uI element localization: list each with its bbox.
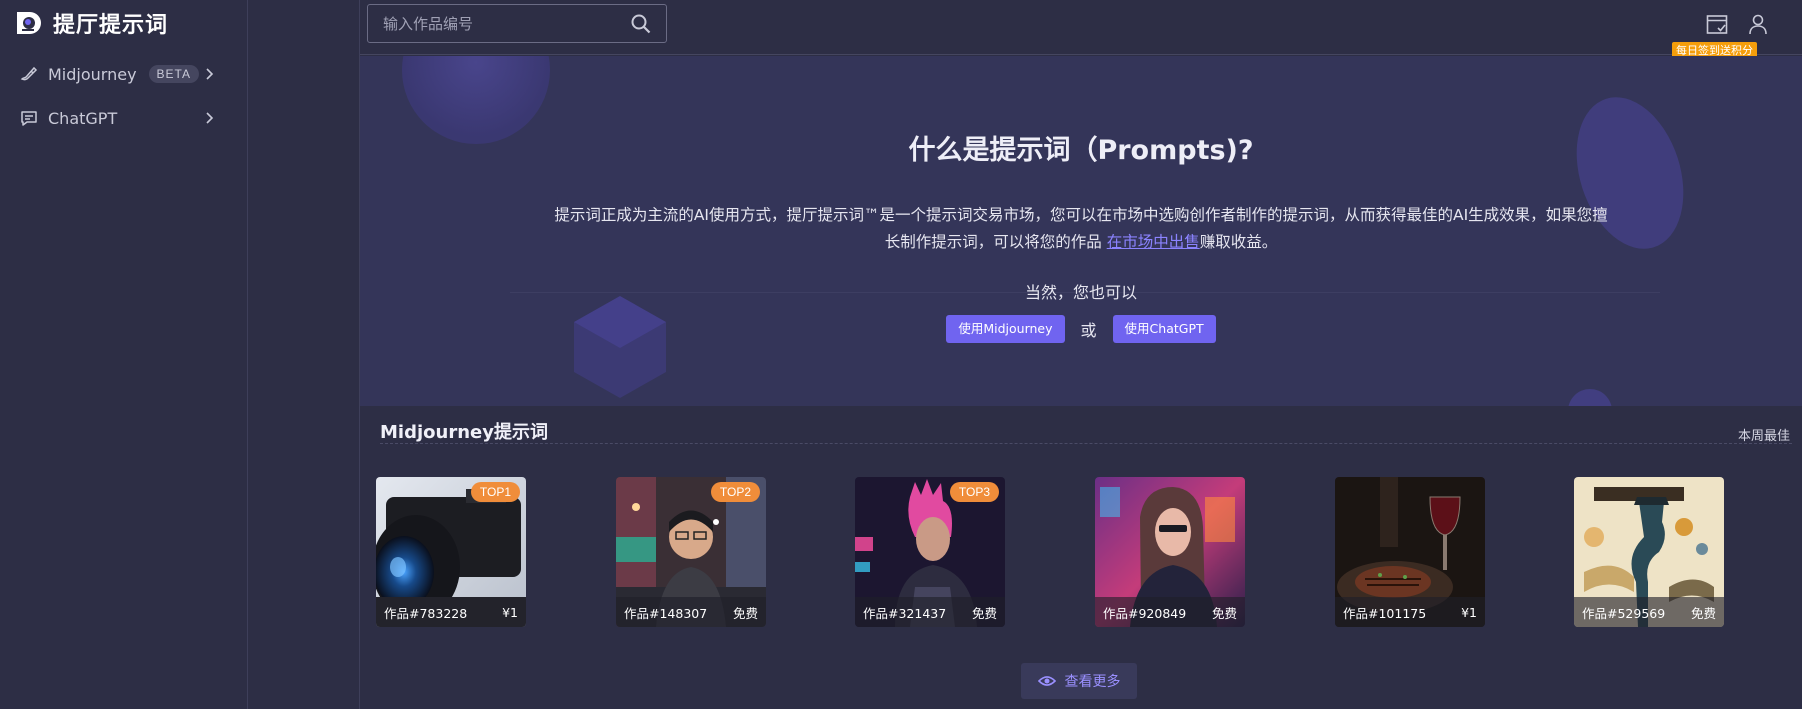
hero-title: 什么是提示词（Prompts)?	[908, 135, 1254, 166]
sidebar-item-label: ChatGPT	[48, 108, 118, 128]
sell-in-market-link[interactable]: 在市场中出售	[1107, 233, 1200, 251]
work-id: 作品#920849	[1103, 605, 1187, 621]
view-more-button[interactable]: 查看更多	[1021, 663, 1137, 699]
app-title: 提厅提示词	[53, 13, 169, 38]
price: 免费	[1211, 605, 1237, 621]
or-text: 或	[1080, 321, 1097, 340]
use-chatgpt-button[interactable]: 使用ChatGPT	[1112, 315, 1216, 343]
view-more-label: 查看更多	[1064, 674, 1121, 690]
app-logo[interactable]: 提厅提示词	[14, 8, 168, 38]
hero-also-text: 当然，您也可以	[1024, 283, 1137, 302]
secondary-column	[248, 0, 360, 709]
prompt-card[interactable]: TOP2 作品#148307 免费	[616, 477, 766, 627]
use-midjourney-button[interactable]: 使用Midjourney	[946, 315, 1065, 343]
work-id: 作品#529569	[1582, 605, 1666, 621]
sidebar-item-midjourney[interactable]: Midjourney BETA	[0, 54, 247, 94]
card-footer: 作品#101175 ¥1	[1335, 597, 1485, 627]
search-icon[interactable]	[630, 13, 652, 35]
work-id: 作品#321437	[863, 605, 947, 621]
card-footer: 作品#321437 免费	[855, 597, 1005, 627]
price: 免费	[1690, 605, 1716, 621]
chat-icon	[19, 108, 39, 128]
card-footer: 作品#783228 ¥1	[376, 597, 526, 627]
sidebar-item-chatgpt[interactable]: ChatGPT	[0, 98, 247, 138]
eye-icon	[1037, 676, 1056, 686]
chevron-right-icon	[206, 68, 214, 80]
work-id: 作品#148307	[624, 605, 708, 621]
price: ¥1	[502, 604, 518, 620]
hero-actions: 使用Midjourney 或 使用ChatGPT	[360, 315, 1802, 343]
prompt-card[interactable]: TOP3 作品#321437 免费	[855, 477, 1005, 627]
section-title: Midjourney提示词	[380, 422, 548, 443]
decorative-dot	[1568, 389, 1612, 406]
week-best-link[interactable]: 本周最佳	[1738, 425, 1790, 444]
price: 免费	[732, 605, 758, 621]
top-header: 每日签到送积分	[360, 0, 1802, 59]
card-footer: 作品#920849 免费	[1095, 597, 1245, 627]
hero-banner: 什么是提示词（Prompts)? 提示词正成为主流的AI使用方式，提厅提示词™是…	[360, 56, 1802, 406]
price: ¥1	[1461, 604, 1477, 620]
price: 免费	[971, 605, 997, 621]
rank-badge: TOP1	[470, 482, 520, 502]
search-input[interactable]	[368, 14, 630, 33]
brush-icon	[19, 64, 39, 84]
prompt-card[interactable]: 作品#529569 免费	[1574, 477, 1724, 627]
hero-desc-text: 赚取收益。	[1199, 233, 1278, 251]
hero-desc-text: 提示词正成为主流的AI使用方式，提厅提示词™是一个提示词交易市场，您可以在市场中…	[554, 206, 1608, 251]
card-footer: 作品#529569 免费	[1574, 597, 1724, 627]
sidebar-item-label: Midjourney	[48, 64, 137, 84]
user-icon[interactable]	[1746, 12, 1770, 36]
hero-description: 提示词正成为主流的AI使用方式，提厅提示词™是一个提示词交易市场，您可以在市场中…	[550, 202, 1612, 256]
work-id: 作品#101175	[1343, 605, 1427, 621]
prompt-card[interactable]: TOP1 作品#783228 ¥1	[376, 477, 526, 627]
prompt-card[interactable]: 作品#101175 ¥1	[1335, 477, 1485, 627]
prompt-card[interactable]: 作品#920849 免费	[1095, 477, 1245, 627]
sidebar: 提厅提示词 Midjourney BETA ChatGPT	[0, 0, 248, 709]
chevron-right-icon	[206, 112, 214, 124]
search-box	[367, 4, 667, 43]
rank-badge: TOP3	[949, 482, 999, 502]
beta-badge: BETA	[148, 65, 199, 83]
rank-badge: TOP2	[710, 482, 760, 502]
logo-icon	[17, 12, 41, 34]
calendar-check-icon[interactable]	[1705, 12, 1729, 36]
work-id: 作品#783228	[384, 605, 468, 621]
section-divider	[380, 443, 1792, 444]
card-footer: 作品#148307 免费	[616, 597, 766, 627]
decorative-cube	[574, 296, 666, 398]
